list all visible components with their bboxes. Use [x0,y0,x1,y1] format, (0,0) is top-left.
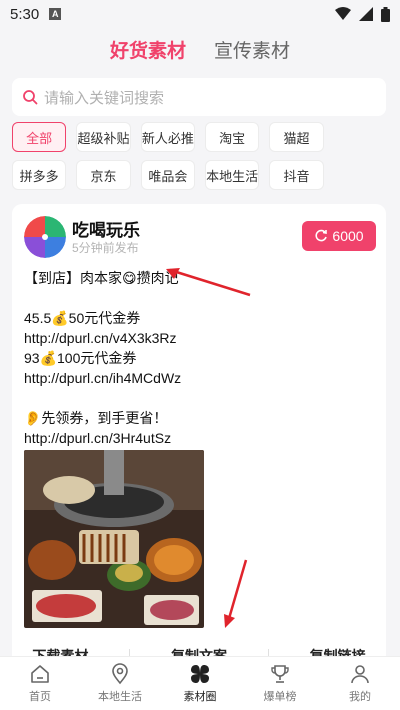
category-chip[interactable]: 新人必推 [140,122,195,152]
category-chip[interactable]: 淘宝 [204,122,260,152]
material-tabs: 好货素材 宣传素材 [0,36,400,66]
search-icon [23,90,38,105]
post-line: 93💰100元代金券 [24,350,137,366]
location-icon [112,663,128,685]
post-link[interactable]: http://dpurl.cn/v4X3k3Rz [24,328,374,348]
post-line [24,388,374,408]
share-count: 6000 [332,228,364,244]
nav-material-circle[interactable]: 素材圈 [160,657,240,710]
notification-icon: A [49,8,62,20]
nav-label: 我的 [349,691,371,703]
food-category-logo [24,216,66,258]
category-chip[interactable]: 超级补贴 [76,122,131,152]
search-placeholder: 请输入关键词搜索 [44,89,165,107]
nav-label: 首页 [29,691,51,703]
post-copy-text: 【到店】肉本家😋攒肉记 45.5💰50元代金券 http://dpurl.cn/… [24,268,374,448]
shop-name[interactable]: 吃喝玩乐 [72,216,140,241]
search-input[interactable]: 请输入关键词搜索 [12,78,386,116]
category-chip[interactable]: 猫超 [269,122,324,152]
refresh-icon [315,229,328,242]
home-icon [31,665,49,683]
signal-icon [359,7,373,21]
category-chip[interactable]: 本地生活 [204,160,260,190]
post-line: 【到店】肉本家😋攒肉记 [24,270,179,286]
battery-icon [381,6,390,22]
category-filter: 全部 超级补贴 新人必推 淘宝 猫超 拼多多 京东 唯品会 本地生活 抖音 [12,122,388,190]
share-count-button[interactable]: 6000 [302,221,376,251]
material-card: 吃喝玩乐 5分钟前发布 6000 【到店】肉本家😋攒肉记 45.5💰50元代金券… [12,204,386,674]
nav-local-life[interactable]: 本地生活 [80,657,160,710]
shop-avatar[interactable] [24,216,66,258]
status-time: 5:30 [10,5,40,23]
nav-profile[interactable]: 我的 [320,657,400,710]
post-image[interactable] [24,450,204,628]
wifi-icon [335,7,351,20]
profile-icon [351,665,369,684]
category-chip[interactable]: 唯品会 [140,160,195,190]
post-link[interactable]: http://dpurl.cn/ih4MCdWz [24,368,374,388]
bbq-food-photo [24,450,204,628]
bottom-nav: 首页 本地生活 素材圈 爆单榜 我的 [0,656,400,710]
status-bar: 5:30 A [0,0,400,28]
trophy-icon [271,665,289,683]
category-chip-all[interactable]: 全部 [12,122,67,152]
post-line [24,288,374,308]
post-link[interactable]: http://dpurl.cn/3Hr4utSz [24,428,374,448]
post-line: 👂先领券，到手更省！ [24,410,168,426]
nav-label: 素材圈 [183,691,217,703]
clover-icon [191,665,209,683]
nav-label: 本地生活 [98,691,142,703]
post-line: 45.5💰50元代金券 [24,310,141,326]
tab-promo-materials[interactable]: 宣传素材 [214,36,290,66]
nav-label: 爆单榜 [263,691,297,703]
category-chip[interactable]: 拼多多 [12,160,67,190]
category-chip[interactable]: 抖音 [269,160,324,190]
tab-good-products[interactable]: 好货素材 [110,36,186,66]
nav-home[interactable]: 首页 [0,657,80,710]
post-time: 5分钟前发布 [72,241,139,255]
nav-top-sellers[interactable]: 爆单榜 [240,657,320,710]
category-chip[interactable]: 京东 [76,160,131,190]
